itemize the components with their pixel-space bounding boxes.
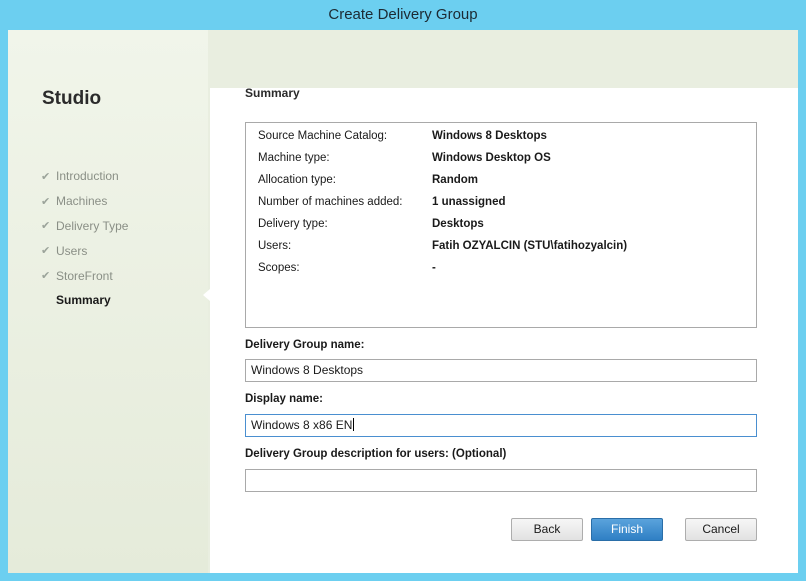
cancel-button[interactable]: Cancel — [685, 518, 757, 541]
page-title: Summary — [245, 86, 300, 100]
step-label: Summary — [56, 293, 111, 308]
summary-label: Source Machine Catalog: — [258, 130, 388, 142]
wizard-sidebar: Studio ✔ Introduction ✔ Machines ✔ Deliv… — [8, 30, 208, 573]
summary-label: Delivery type: — [258, 218, 328, 230]
summary-value: - — [432, 262, 436, 274]
back-button[interactable]: Back — [511, 518, 583, 541]
summary-box: Source Machine Catalog: Windows 8 Deskto… — [245, 122, 757, 328]
step-users: ✔ Users — [41, 238, 128, 263]
sidebar-title: Studio — [42, 88, 102, 109]
step-label: Introduction — [56, 169, 119, 184]
step-label: Delivery Type — [56, 218, 129, 233]
summary-value: Random — [432, 174, 478, 186]
step-label: StoreFront — [56, 268, 113, 283]
summary-label: Scopes: — [258, 262, 300, 274]
summary-value: Windows Desktop OS — [432, 152, 551, 164]
step-delivery-type: ✔ Delivery Type — [41, 214, 128, 239]
step-introduction: ✔ Introduction — [41, 164, 128, 189]
display-name-value: Windows 8 x86 EN — [251, 418, 353, 432]
current-step-pointer — [203, 289, 210, 301]
summary-label: Users: — [258, 240, 292, 252]
summary-label: Number of machines added: — [258, 196, 403, 208]
group-name-label: Delivery Group name: — [245, 339, 365, 351]
step-storefront: ✔ StoreFront — [41, 263, 128, 288]
group-name-input[interactable]: Windows 8 Desktops — [245, 359, 757, 382]
summary-label: Machine type: — [258, 152, 330, 164]
description-label: Delivery Group description for users: (O… — [245, 448, 507, 460]
description-input[interactable] — [245, 469, 757, 492]
step-summary: Summary — [41, 288, 128, 313]
step-label: Machines — [56, 194, 108, 209]
step-label: Users — [56, 243, 88, 258]
text-caret — [353, 418, 355, 431]
summary-value: Fatih OZYALCIN (STU\fatihozyalcin) — [432, 240, 628, 252]
check-icon: ✔ — [41, 270, 51, 283]
wizard-window: Studio ✔ Introduction ✔ Machines ✔ Deliv… — [8, 30, 798, 573]
display-name-label: Display name: — [245, 393, 323, 405]
summary-value: Desktops — [432, 218, 484, 230]
window-titlebar[interactable]: Create Delivery Group — [0, 0, 806, 30]
summary-label: Allocation type: — [258, 174, 336, 186]
summary-value: Windows 8 Desktops — [432, 130, 547, 142]
check-icon: ✔ — [41, 170, 51, 183]
wizard-steps: ✔ Introduction ✔ Machines ✔ Delivery Typ… — [41, 164, 128, 313]
check-icon: ✔ — [41, 245, 51, 258]
display-name-input[interactable]: Windows 8 x86 EN — [245, 414, 757, 437]
window-title: Create Delivery Group — [328, 6, 478, 23]
check-icon: ✔ — [41, 220, 51, 233]
summary-value: 1 unassigned — [432, 196, 506, 208]
finish-button[interactable]: Finish — [591, 518, 663, 541]
check-icon: ✔ — [41, 195, 51, 208]
group-name-value: Windows 8 Desktops — [251, 363, 364, 377]
step-machines: ✔ Machines — [41, 189, 128, 214]
